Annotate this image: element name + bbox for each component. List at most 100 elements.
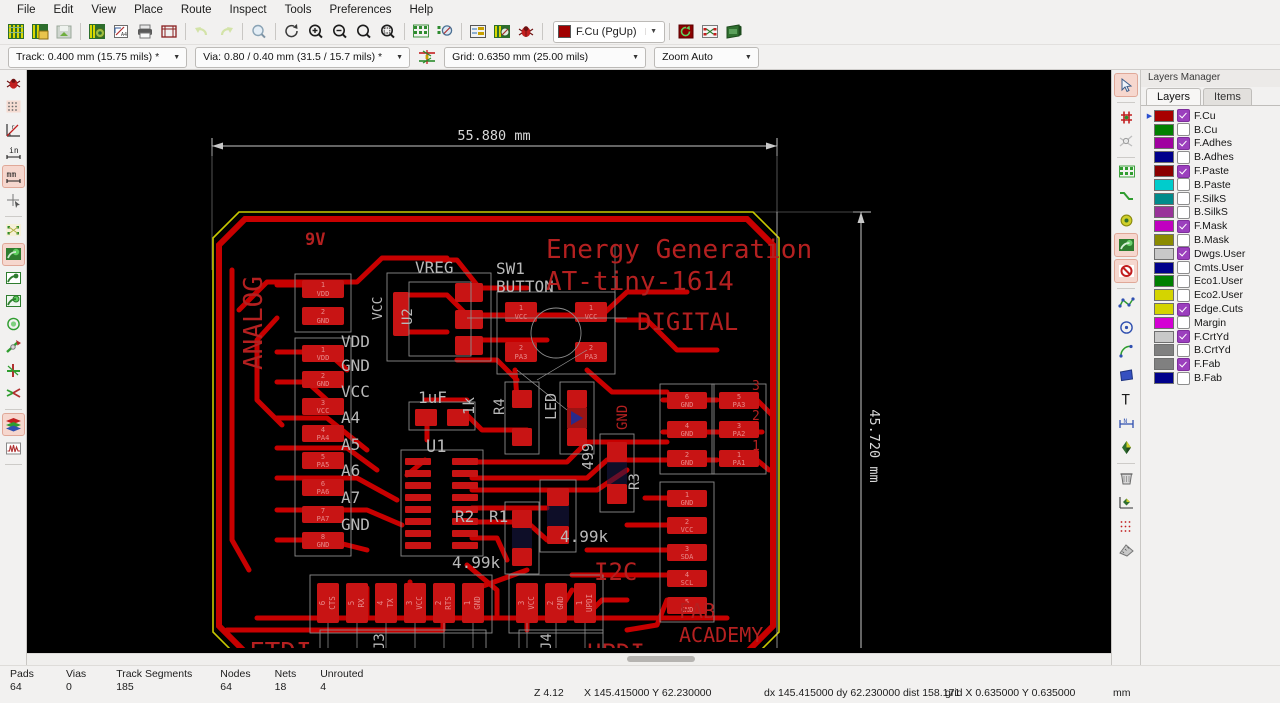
select-tool-icon[interactable] [1114, 73, 1138, 97]
net-inspector-panel-icon[interactable] [3, 438, 24, 459]
zoom-selector[interactable]: Zoom Auto ▼ [654, 46, 759, 68]
zoom-fit-icon[interactable] [353, 21, 375, 43]
3d-viewer-icon[interactable] [723, 21, 745, 43]
place-footprint-icon[interactable] [1115, 161, 1137, 183]
contrast-mode-icon[interactable] [1, 413, 25, 436]
layer-row[interactable]: F.Adhes [1141, 136, 1280, 151]
tab-layers[interactable]: Layers [1146, 88, 1202, 105]
delete-tool-icon[interactable] [1115, 467, 1137, 489]
menu-file[interactable]: File [8, 2, 45, 18]
layer-color-swatch[interactable] [1154, 344, 1174, 357]
chevron-down-icon[interactable]: ▼ [169, 54, 184, 61]
layer-row[interactable]: B.Fab [1141, 371, 1280, 385]
layer-color-swatch[interactable] [1154, 151, 1174, 164]
zoom-out-icon[interactable] [329, 21, 351, 43]
redo-icon[interactable] [215, 21, 237, 43]
layer-color-swatch[interactable] [1154, 372, 1174, 385]
layer-row[interactable]: F.Mask [1141, 219, 1280, 233]
set-origin-icon[interactable] [1115, 491, 1137, 513]
draw-circle-icon[interactable] [1115, 316, 1137, 338]
layer-row[interactable]: Eco1.User [1141, 274, 1280, 289]
layer-row[interactable]: B.SilkS [1141, 205, 1280, 220]
highlight-net-tool-icon[interactable] [1115, 130, 1137, 152]
menu-route[interactable]: Route [172, 2, 221, 18]
layer-visibility-checkbox[interactable] [1177, 205, 1190, 219]
layer-visibility-checkbox[interactable] [1177, 330, 1190, 344]
layer-visibility-checkbox[interactable] [1177, 274, 1190, 288]
layer-visibility-checkbox[interactable] [1177, 164, 1190, 178]
layer-color-swatch[interactable] [1154, 275, 1174, 288]
vias-filled-icon[interactable] [3, 268, 24, 289]
layer-visibility-checkbox[interactable] [1177, 178, 1190, 192]
layer-row[interactable]: B.CrtYd [1141, 343, 1280, 358]
add-zone-icon[interactable] [1114, 233, 1138, 257]
undo-icon[interactable] [191, 21, 213, 43]
layer-visibility-checkbox[interactable] [1177, 288, 1190, 302]
chevron-down-icon[interactable]: ▼ [628, 54, 643, 61]
layer-color-swatch[interactable] [1154, 137, 1174, 150]
menu-edit[interactable]: Edit [45, 2, 83, 18]
open-board-icon[interactable] [29, 21, 51, 43]
layer-color-swatch[interactable] [1154, 220, 1174, 233]
layer-row[interactable]: B.Cu [1141, 123, 1280, 137]
layer-row[interactable]: F.SilkS [1141, 192, 1280, 206]
layer-visibility-checkbox[interactable] [1177, 343, 1190, 357]
layer-visibility-checkbox[interactable] [1177, 316, 1190, 330]
add-dimension-icon[interactable]: N [1115, 412, 1137, 434]
menu-preferences[interactable]: Preferences [320, 2, 400, 18]
layer-row[interactable]: B.Adhes [1141, 150, 1280, 164]
layer-visibility-checkbox[interactable] [1177, 219, 1190, 233]
pads-filled-icon[interactable] [1, 243, 25, 266]
rotate-icon[interactable] [675, 21, 697, 43]
layer-color-swatch[interactable] [1154, 247, 1174, 260]
zones-unfilled-icon[interactable] [3, 337, 24, 358]
layer-color-swatch[interactable] [1154, 192, 1174, 205]
footprint-editor-icon[interactable] [410, 21, 432, 43]
board-setup-icon[interactable] [86, 21, 108, 43]
refresh-icon[interactable] [281, 21, 303, 43]
layer-pair-icon[interactable] [416, 47, 438, 67]
route-track-icon[interactable] [1115, 185, 1137, 207]
layer-row[interactable]: Edge.Cuts [1141, 302, 1280, 316]
highlight-net-icon[interactable] [699, 21, 721, 43]
layer-color-swatch[interactable] [1154, 234, 1174, 247]
draw-arc-icon[interactable] [1115, 340, 1137, 362]
page-settings-icon[interactable]: A4 [110, 21, 132, 43]
layer-row[interactable]: Margin [1141, 316, 1280, 330]
save-board-icon[interactable] [53, 21, 75, 43]
add-text-icon[interactable]: T [1115, 388, 1137, 410]
layer-row[interactable]: F.Paste [1141, 164, 1280, 178]
layer-color-swatch[interactable] [1154, 261, 1174, 274]
set-grid-origin-icon[interactable] [1115, 515, 1137, 537]
layer-color-swatch[interactable] [1154, 316, 1174, 329]
track-width-selector[interactable]: Track: 0.400 mm (15.75 mils) * ▼ [8, 46, 188, 68]
tracks-filled-icon[interactable] [3, 291, 24, 312]
zones-outline-icon[interactable] [3, 360, 24, 381]
add-keepout-zone-icon[interactable] [1114, 259, 1138, 283]
draw-polygon-icon[interactable] [1115, 292, 1137, 314]
layer-list[interactable]: ▶ F.Cu B.Cu F.Adhes B.Adhes F.Paste B.Paste F.S… [1141, 106, 1280, 665]
find-icon[interactable] [248, 21, 270, 43]
chevron-down-icon[interactable]: ▼ [741, 54, 756, 61]
tab-items[interactable]: Items [1203, 88, 1252, 105]
add-footprint-anchor-icon[interactable] [1115, 436, 1137, 458]
menu-view[interactable]: View [82, 2, 125, 18]
layer-color-swatch[interactable] [1154, 206, 1174, 219]
layer-color-swatch[interactable] [1154, 303, 1174, 316]
layer-color-swatch[interactable] [1154, 178, 1174, 191]
local-ratsnest-icon[interactable] [1115, 106, 1137, 128]
layer-row[interactable]: Eco2.User [1141, 288, 1280, 302]
grid-selector[interactable]: Grid: 0.6350 mm (25.00 mils) ▼ [444, 46, 647, 68]
zoom-in-icon[interactable] [305, 21, 327, 43]
layer-visibility-checkbox[interactable] [1177, 233, 1190, 247]
layer-color-swatch[interactable] [1154, 330, 1174, 343]
layer-visibility-checkbox[interactable] [1177, 247, 1190, 261]
chevron-down-icon[interactable]: ▼ [392, 54, 407, 61]
net-inspector-icon[interactable] [491, 21, 513, 43]
layer-row[interactable]: F.Fab [1141, 357, 1280, 371]
plot-icon[interactable] [158, 21, 180, 43]
chevron-down-icon[interactable]: ▼ [644, 28, 662, 35]
units-inches-icon[interactable]: in [3, 142, 24, 163]
layer-color-swatch[interactable] [1154, 109, 1174, 122]
grid-display-icon[interactable] [3, 96, 24, 117]
